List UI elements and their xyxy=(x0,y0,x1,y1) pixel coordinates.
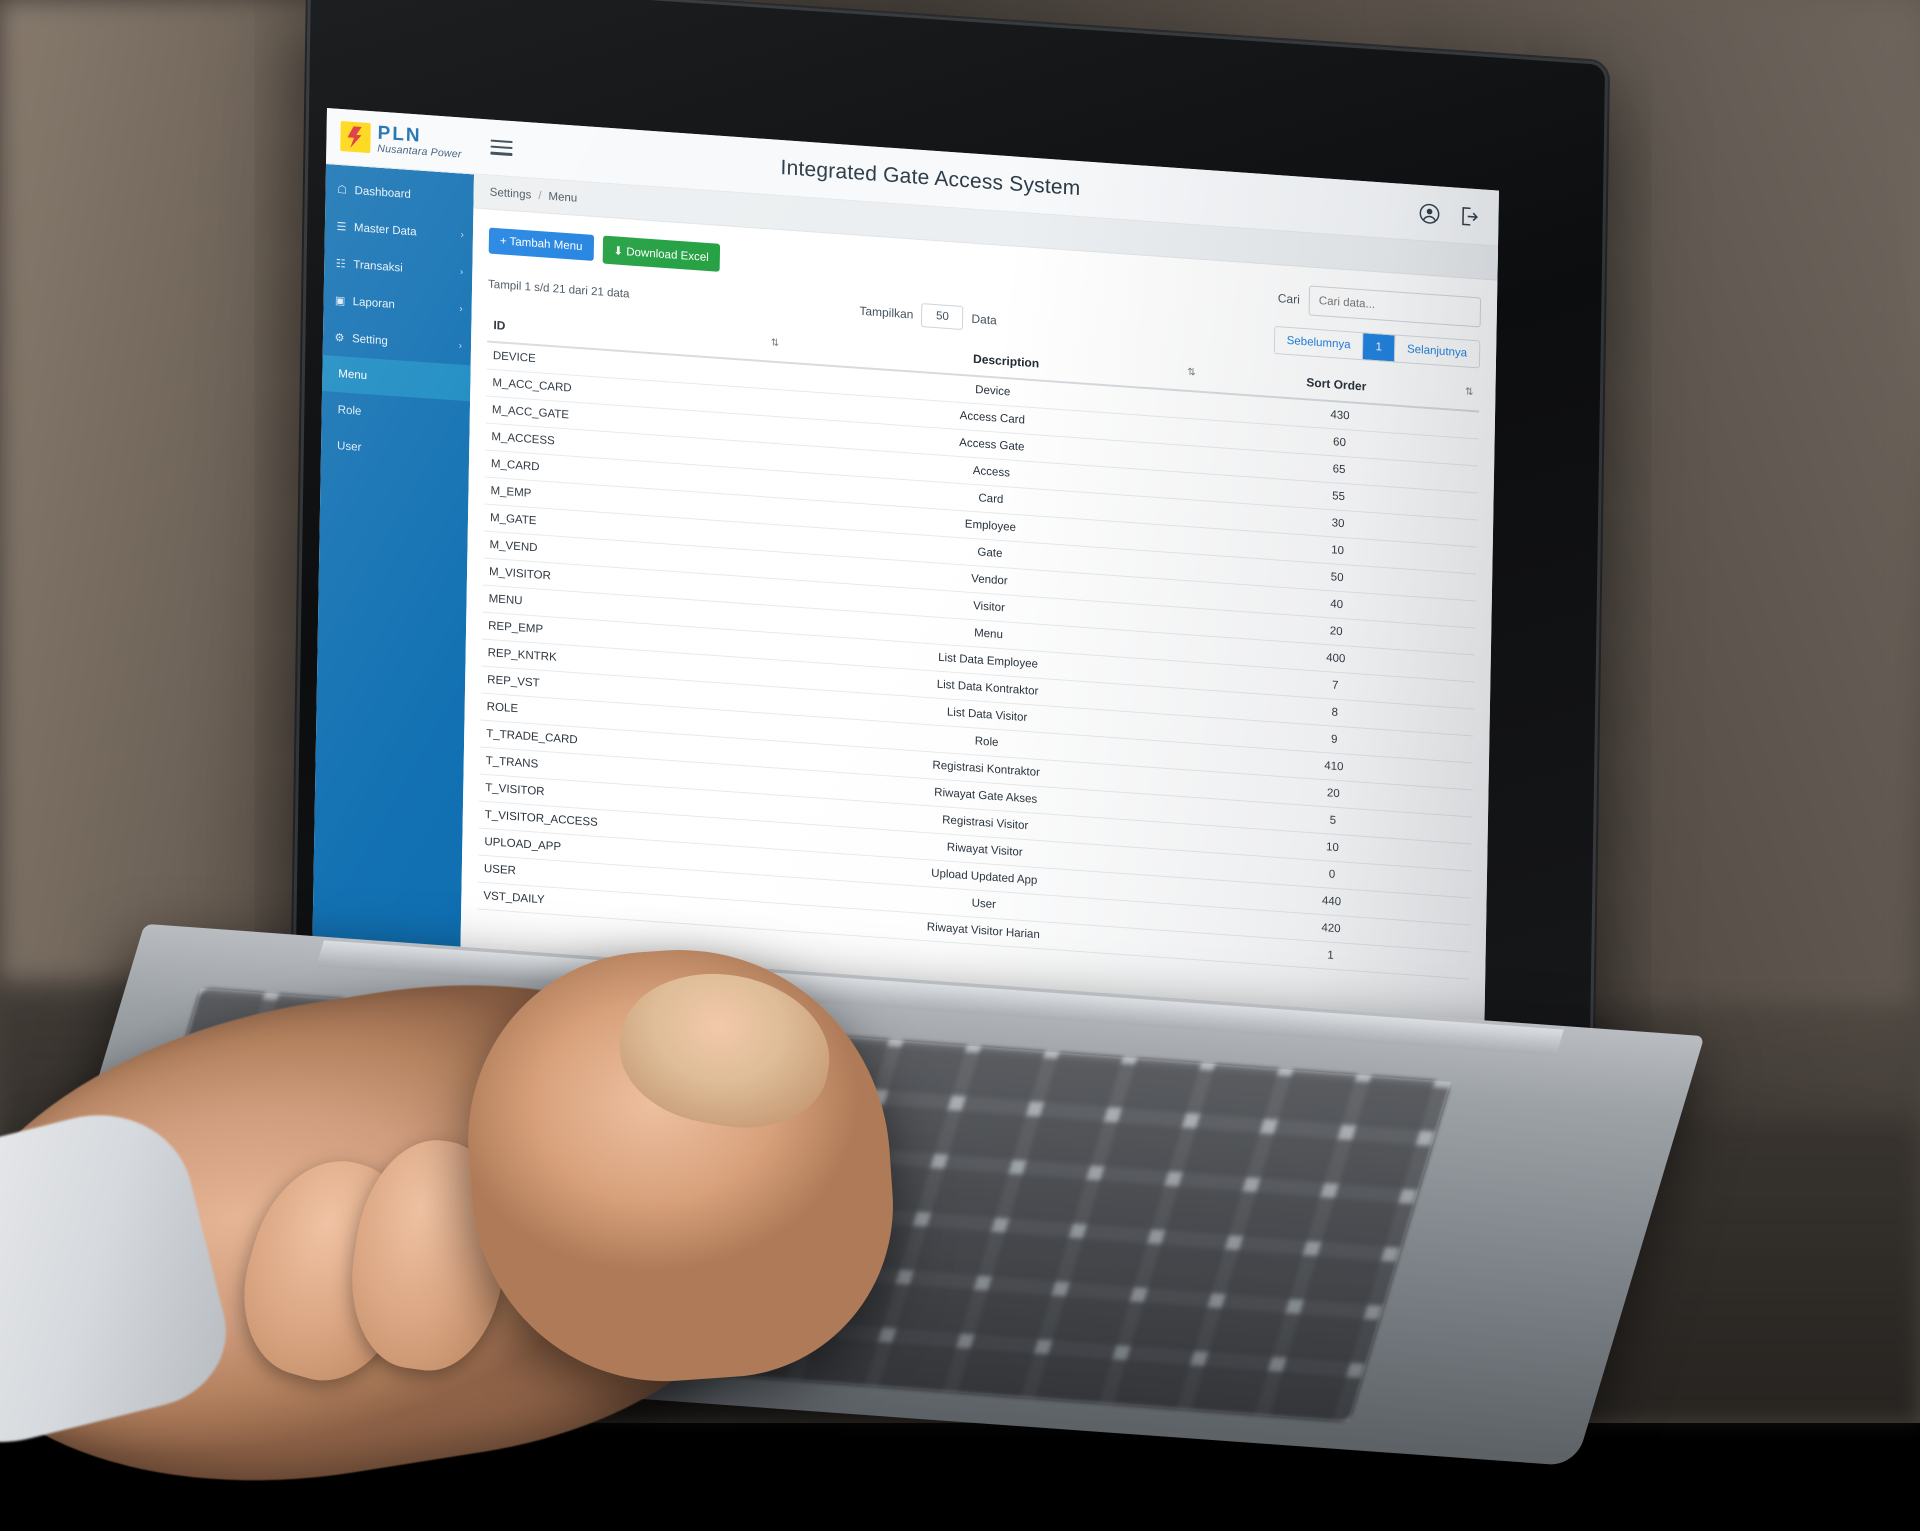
sidebar-item-label: Setting xyxy=(352,333,388,348)
sidebar-item-label: Dashboard xyxy=(354,185,410,201)
page-length-input[interactable] xyxy=(921,303,963,330)
breadcrumb-separator: / xyxy=(538,189,541,201)
column-header-label: Description xyxy=(973,352,1039,371)
sidebar: ☖ Dashboard ☰ Master Data › ☷ Transaksi … xyxy=(311,164,474,1018)
pln-lightning-icon xyxy=(340,121,371,153)
search-input[interactable] xyxy=(1309,285,1482,327)
page-length-label: Tampilkan xyxy=(859,304,913,322)
table-body: DEVICEDevice430M_ACC_CARDAccess Card60M_… xyxy=(477,342,1479,979)
header-actions xyxy=(1418,201,1498,229)
chevron-right-icon: › xyxy=(459,304,463,315)
chevron-right-icon: › xyxy=(459,341,463,352)
pagination: Sebelumnya 1 Selanjutnya xyxy=(1273,326,1480,369)
brand-logo: PLN Nusantara Power xyxy=(326,120,475,161)
sidebar-subitem-label: User xyxy=(337,440,361,454)
sidebar-subitem-label: Role xyxy=(338,404,362,418)
hamburger-icon[interactable] xyxy=(490,139,512,157)
gear-icon: ⚙ xyxy=(334,331,345,345)
list-icon: ☰ xyxy=(336,220,347,234)
pagination-next[interactable]: Selanjutnya xyxy=(1395,335,1480,367)
account-circle-icon[interactable] xyxy=(1418,201,1440,225)
column-header-label: ID xyxy=(493,318,505,333)
chevron-right-icon: › xyxy=(461,230,465,241)
home-icon: ☖ xyxy=(336,183,347,197)
sort-icon[interactable]: ⇅ xyxy=(771,338,780,350)
sidebar-item-label: Laporan xyxy=(353,296,395,311)
breadcrumb-parent[interactable]: Settings xyxy=(490,186,532,201)
sidebar-item-label: Master Data xyxy=(354,222,417,238)
brand-text: PLN Nusantara Power xyxy=(377,124,462,160)
column-header-label: Sort Order xyxy=(1306,375,1366,393)
page-length-suffix: Data xyxy=(971,312,997,328)
main-content: Settings / Menu + Tambah Menu ⬇ Download… xyxy=(459,174,1498,1090)
chevron-right-icon: › xyxy=(460,267,464,278)
search-label: Cari xyxy=(1278,291,1300,307)
report-icon: ▣ xyxy=(335,294,346,308)
data-panel: + Tambah Menu ⬇ Download Excel Cari Tamp… xyxy=(461,208,1497,980)
record-summary: Tampil 1 s/d 21 dari 21 data xyxy=(488,279,629,301)
page-length-group: Tampilkan Data xyxy=(859,299,997,333)
sort-icon[interactable]: ⇅ xyxy=(1187,367,1196,379)
exchange-icon: ☷ xyxy=(335,257,346,271)
search-group: Cari xyxy=(1278,283,1482,327)
menu-table: ID ⇅ Description ⇅ Sort Order ⇅ xyxy=(477,309,1480,980)
breadcrumb-current: Menu xyxy=(548,190,577,204)
pagination-prev[interactable]: Sebelumnya xyxy=(1274,327,1363,359)
logout-icon[interactable] xyxy=(1458,204,1480,228)
pagination-page-1[interactable]: 1 xyxy=(1363,333,1395,361)
sidebar-item-label: Transaksi xyxy=(353,259,403,274)
download-excel-button[interactable]: ⬇ Download Excel xyxy=(602,236,720,272)
laptop: PLN Nusantara Power Integrated Gate Acce… xyxy=(0,0,1920,1423)
laptop-display: PLN Nusantara Power Integrated Gate Acce… xyxy=(311,108,1499,1091)
sort-icon[interactable]: ⇅ xyxy=(1465,386,1474,398)
sidebar-subitem-label: Menu xyxy=(338,368,367,382)
add-menu-button[interactable]: + Tambah Menu xyxy=(489,228,594,261)
